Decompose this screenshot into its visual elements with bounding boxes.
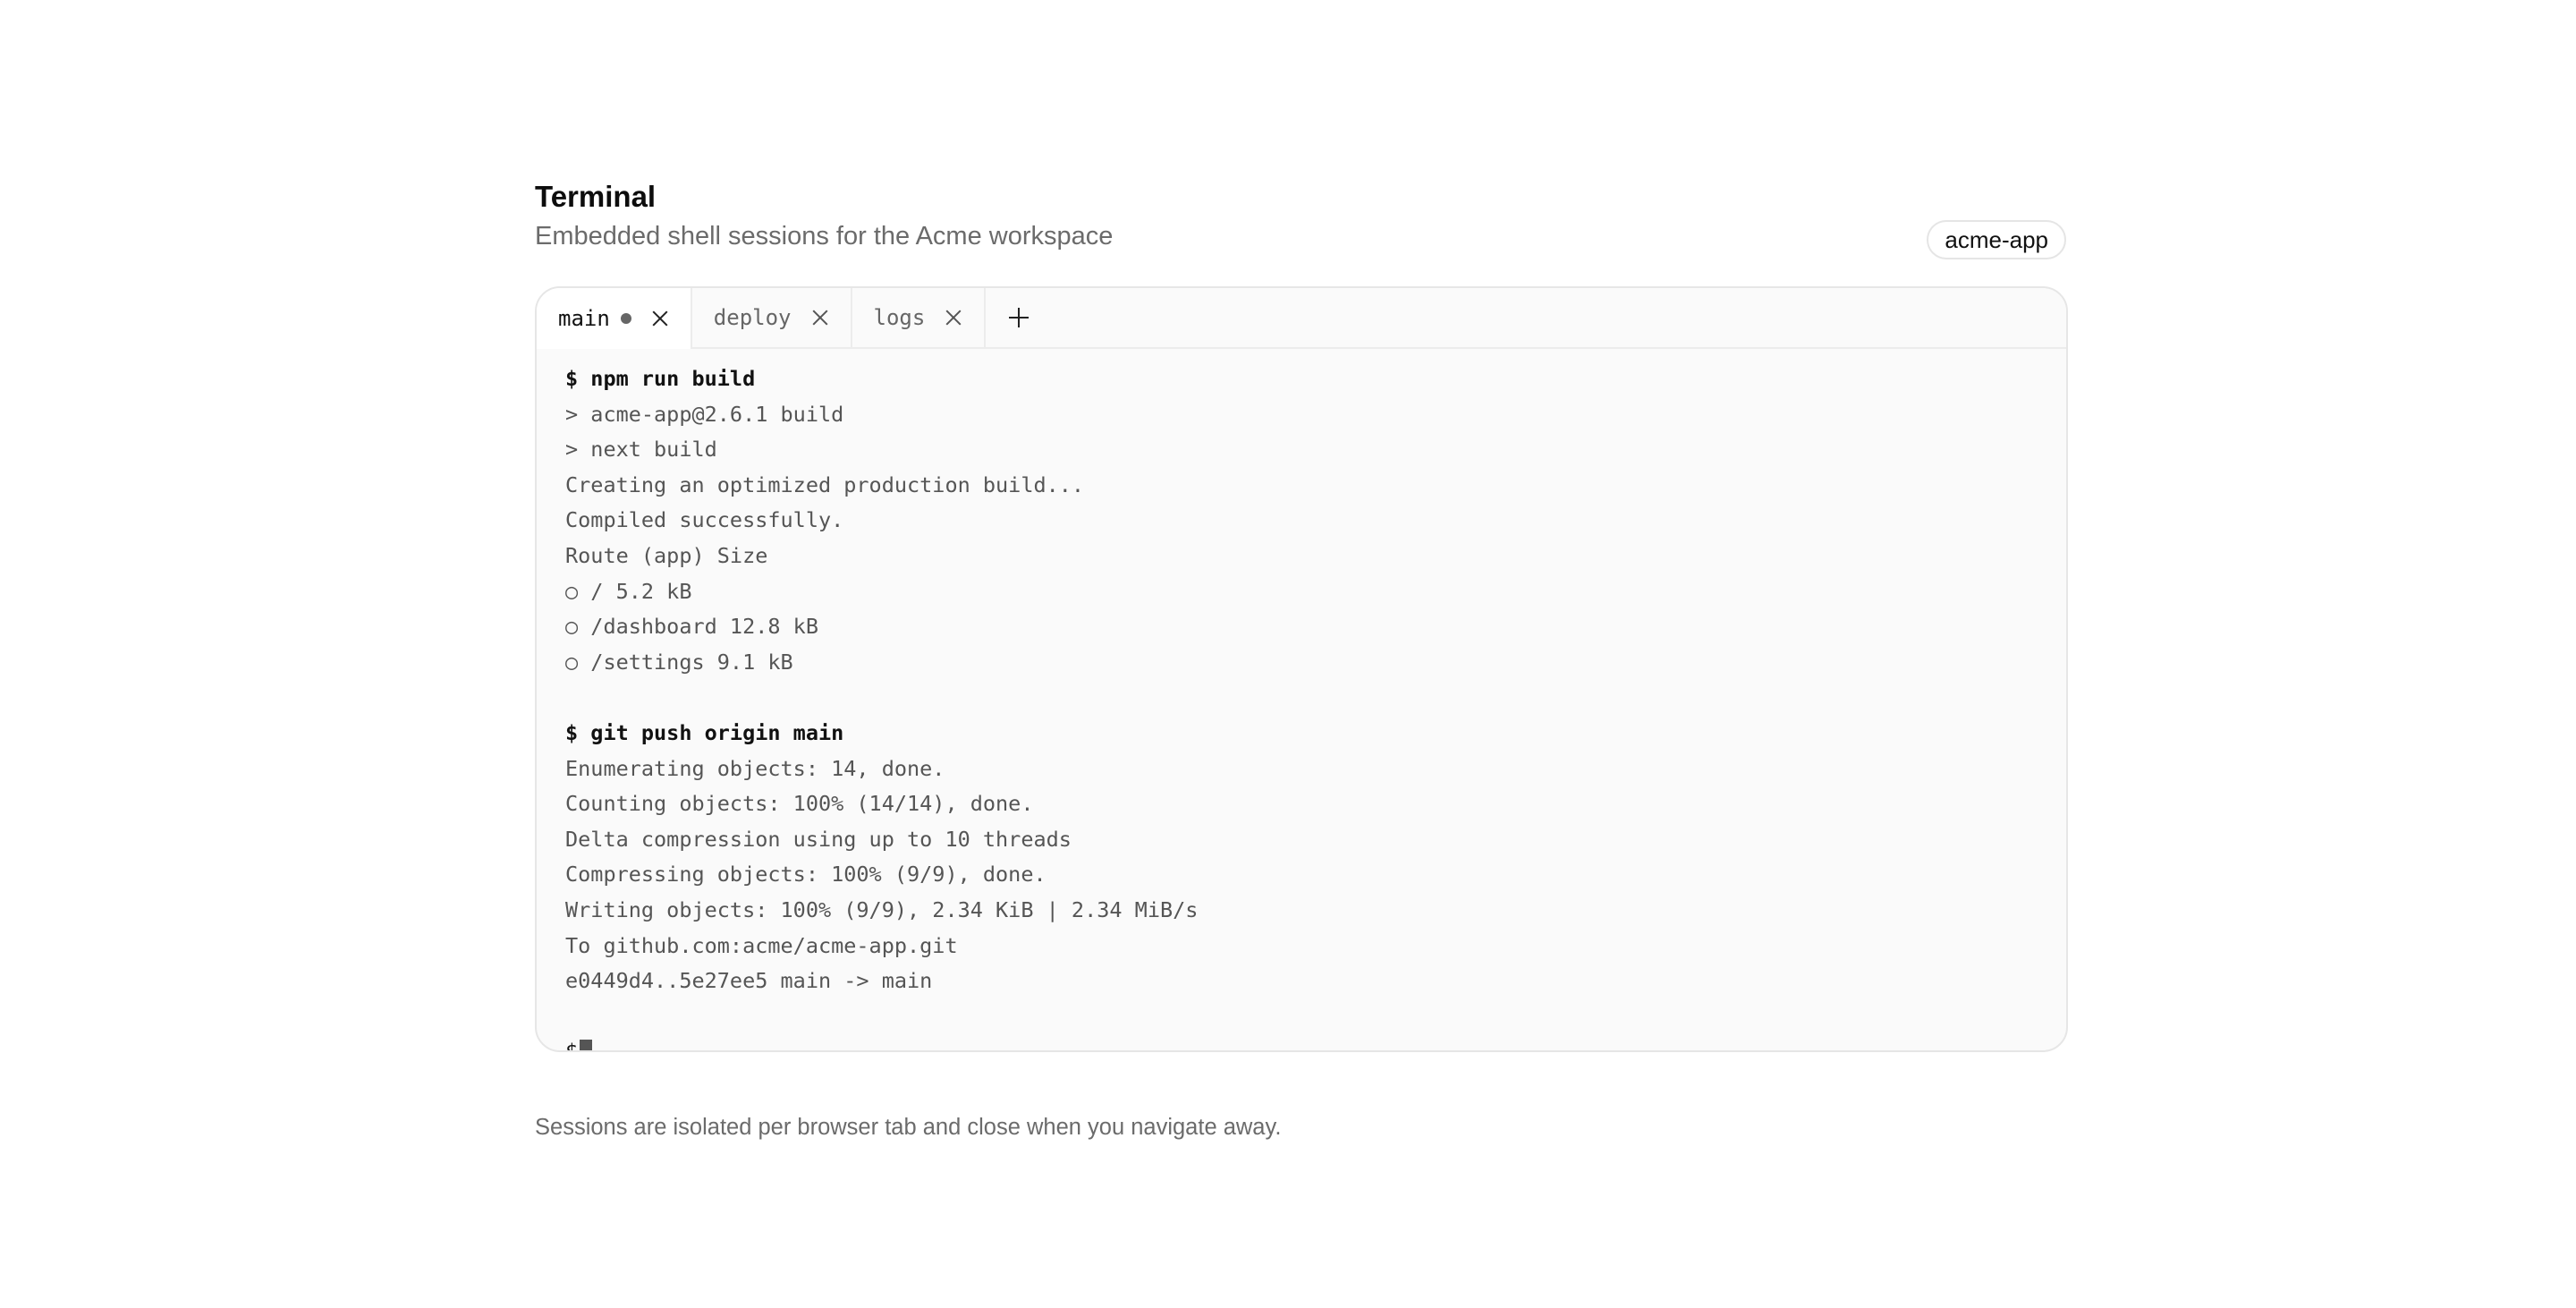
- tab-main[interactable]: main: [537, 288, 692, 349]
- terminal-line: Creating an optimized production build..…: [565, 471, 1085, 497]
- terminal-line: Route (app) Size: [565, 542, 768, 568]
- prompt-symbol: $: [565, 1039, 579, 1052]
- terminal-line: > acme-app@2.6.1 build: [565, 401, 844, 427]
- close-icon[interactable]: [651, 310, 669, 327]
- terminal-line: Enumerating objects: 14, done.: [565, 755, 945, 781]
- page-subtitle: Embedded shell sessions for the Acme wor…: [535, 222, 1114, 251]
- terminal-line: $ git push origin main: [565, 719, 844, 745]
- close-icon[interactable]: [811, 309, 829, 327]
- terminal-line: Compressing objects: 100% (9/9), done.: [565, 862, 1046, 888]
- terminal-output[interactable]: $ npm run build > acme-app@2.6.1 build >…: [565, 361, 2038, 1050]
- terminal-line: Delta compression using up to 10 threads: [565, 826, 1072, 852]
- terminal-panel: main deploy logs $ npm run build > acme-…: [535, 286, 2068, 1052]
- tab-label: deploy: [713, 305, 792, 330]
- terminal-line: Counting objects: 100% (14/14), done.: [565, 791, 1034, 817]
- new-tab-button[interactable]: [986, 288, 1052, 347]
- terminal-line: ○ /dashboard 12.8 kB: [565, 614, 818, 640]
- footer-note: Sessions are isolated per browser tab an…: [535, 1115, 1282, 1140]
- terminal-line: > next build: [565, 437, 717, 463]
- terminal-line: e0449d4..5e27ee5 main -> main: [565, 968, 933, 994]
- terminal-line: $ npm run build: [565, 366, 756, 391]
- terminal-line: Compiled successfully.: [565, 507, 844, 533]
- page-title: Terminal: [535, 180, 657, 213]
- terminal-line: ○ /settings 9.1 kB: [565, 649, 793, 675]
- activity-dot-icon: [620, 313, 631, 324]
- close-icon[interactable]: [945, 309, 962, 327]
- session-tab-bar: main deploy logs: [537, 288, 2066, 349]
- tab-label: logs: [873, 305, 926, 330]
- page-header: Terminal Embedded shell sessions for the…: [535, 170, 2066, 263]
- plus-icon: [1009, 308, 1030, 327]
- terminal-line: To github.com:acme/acme-app.git: [565, 932, 958, 958]
- terminal-line: Writing objects: 100% (9/9), 2.34 KiB | …: [565, 896, 1199, 922]
- tab-label: main: [558, 306, 610, 331]
- terminal-page: Terminal Embedded shell sessions for the…: [535, 170, 2068, 1140]
- terminal-line: ○ / 5.2 kB: [565, 578, 692, 604]
- tab-logs[interactable]: logs: [852, 288, 987, 347]
- cursor-icon: [580, 1040, 593, 1050]
- workspace-badge: acme-app: [1927, 220, 2066, 259]
- tab-deploy[interactable]: deploy: [691, 288, 852, 347]
- terminal-prompt[interactable]: $: [565, 1034, 2038, 1052]
